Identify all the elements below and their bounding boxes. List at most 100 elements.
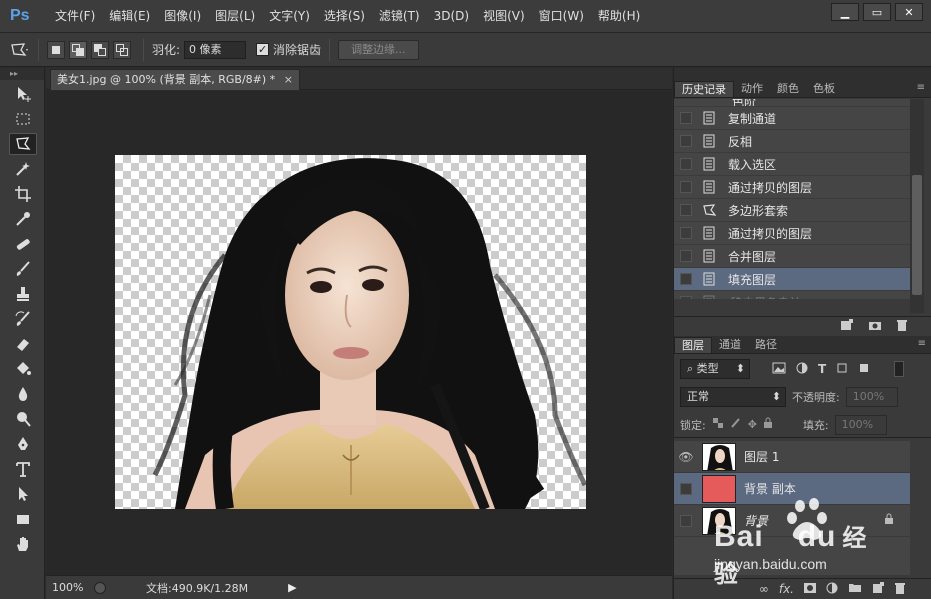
menu-3d[interactable]: 3D(D) <box>427 0 476 33</box>
history-item[interactable]: 反相 <box>674 130 910 153</box>
visibility-toggle[interactable] <box>680 482 692 495</box>
history-item[interactable]: 复制通道 <box>674 107 910 130</box>
history-item-partial[interactable]: 色阶 <box>674 99 910 107</box>
snapshot-camera-icon[interactable] <box>868 319 882 334</box>
history-source-checkbox[interactable] <box>680 181 692 193</box>
history-scrollbar[interactable] <box>910 99 924 313</box>
layer-kind-filter[interactable]: ⌕ 类型 ⬍ <box>680 359 750 379</box>
polygon-lasso-preset-icon[interactable] <box>8 39 30 61</box>
eraser-tool-icon[interactable] <box>9 333 37 355</box>
history-item[interactable]: 填充图层 <box>674 268 910 291</box>
intersect-selection-button[interactable] <box>113 40 131 59</box>
maximize-button[interactable]: ▭ <box>863 3 891 21</box>
history-source-checkbox[interactable] <box>680 204 692 216</box>
layer-row[interactable]: 背景 副本 <box>674 473 910 505</box>
new-document-from-state-icon[interactable] <box>840 319 854 334</box>
trash-icon[interactable] <box>894 582 906 597</box>
antialias-checkbox[interactable]: ✓ <box>256 43 270 56</box>
history-item[interactable]: 通过拷贝的图层 <box>674 222 910 245</box>
tab-channels[interactable]: 通道 <box>712 337 748 353</box>
eye-icon[interactable]: 👁 <box>674 450 698 464</box>
refine-edge-button[interactable]: 调整边缘... <box>338 39 419 60</box>
history-source-checkbox[interactable] <box>680 135 692 147</box>
zoom-level[interactable]: 100% <box>52 581 94 594</box>
document-tab[interactable]: 美女1.jpg @ 100% (背景 副本, RGB/8#) * × <box>50 69 300 90</box>
rectangle-tool-icon[interactable] <box>9 508 37 530</box>
subtract-selection-button[interactable] <box>91 40 109 59</box>
menu-select[interactable]: 选择(S) <box>317 0 372 33</box>
close-button[interactable]: ✕ <box>895 3 923 21</box>
tab-paths[interactable]: 路径 <box>748 337 784 353</box>
close-icon[interactable]: × <box>284 70 293 90</box>
history-item[interactable]: 载入选区 <box>674 153 910 176</box>
layer-style-icon[interactable]: fx. <box>779 582 794 596</box>
menu-file[interactable]: 文件(F) <box>48 0 102 33</box>
filter-toggle[interactable] <box>894 361 905 377</box>
history-item[interactable]: 通过拷贝的图层 <box>674 176 910 199</box>
menu-filter[interactable]: 滤镜(T) <box>372 0 427 33</box>
history-source-checkbox[interactable] <box>680 296 692 299</box>
tab-actions[interactable]: 动作 <box>734 81 770 97</box>
menu-window[interactable]: 窗口(W) <box>532 0 591 33</box>
menu-edit[interactable]: 编辑(E) <box>102 0 157 33</box>
new-layer-icon[interactable] <box>872 581 884 597</box>
link-layers-icon[interactable]: ∞ <box>759 582 769 596</box>
dodge-tool-icon[interactable] <box>9 408 37 430</box>
visibility-toggle[interactable] <box>680 514 692 527</box>
healing-brush-tool-icon[interactable] <box>9 233 37 255</box>
opacity-input[interactable]: 100% <box>845 387 898 407</box>
trash-icon[interactable] <box>896 319 908 334</box>
tab-swatches[interactable]: 色板 <box>806 81 842 97</box>
fill-input[interactable]: 100% <box>834 414 887 435</box>
path-selection-tool-icon[interactable] <box>9 483 37 505</box>
crop-tool-icon[interactable] <box>9 183 37 205</box>
smart-object-filter-icon[interactable] <box>858 362 870 377</box>
history-item[interactable]: 合并图层 <box>674 245 910 268</box>
history-scroll-thumb[interactable] <box>912 175 922 295</box>
menu-view[interactable]: 视图(V) <box>476 0 532 33</box>
history-item[interactable]: 移去黑色杂边 <box>674 291 910 299</box>
layer-mask-icon[interactable] <box>804 582 816 596</box>
adjustment-layer-icon[interactable] <box>826 582 838 597</box>
tab-history[interactable]: 历史记录 <box>674 81 734 97</box>
hand-tool-icon[interactable] <box>9 533 37 555</box>
history-source-checkbox[interactable] <box>680 250 692 262</box>
clone-stamp-tool-icon[interactable] <box>9 283 37 305</box>
status-options-icon[interactable] <box>94 581 106 594</box>
tab-color[interactable]: 颜色 <box>770 81 806 97</box>
brush-tool-icon[interactable] <box>9 258 37 280</box>
tab-layers[interactable]: 图层 <box>674 337 712 353</box>
minimize-button[interactable]: ▁ <box>831 3 859 21</box>
history-source-checkbox[interactable] <box>680 227 692 239</box>
image-filter-icon[interactable] <box>772 362 786 377</box>
add-selection-button[interactable] <box>69 40 87 59</box>
marquee-tool-icon[interactable] <box>9 108 37 130</box>
magic-wand-tool-icon[interactable] <box>9 158 37 180</box>
layer-row[interactable]: 背景 <box>674 505 910 537</box>
feather-input[interactable]: 0 像素 <box>184 40 247 59</box>
menu-image[interactable]: 图像(I) <box>157 0 208 33</box>
document-canvas[interactable] <box>115 155 586 509</box>
lock-transparent-icon[interactable] <box>712 417 724 432</box>
pen-tool-icon[interactable] <box>9 433 37 455</box>
shape-filter-icon[interactable] <box>836 362 848 377</box>
menu-type[interactable]: 文字(Y) <box>262 0 317 33</box>
history-item[interactable]: 多边形套索 <box>674 199 910 222</box>
status-menu-arrow-icon[interactable]: ▶ <box>288 581 296 594</box>
panel-collapse-strip[interactable] <box>674 68 931 80</box>
lock-position-icon[interactable]: ✥ <box>748 418 757 431</box>
history-source-checkbox[interactable] <box>680 273 692 285</box>
adjustment-filter-icon[interactable] <box>796 362 808 377</box>
eyedropper-tool-icon[interactable] <box>9 208 37 230</box>
type-filter-icon[interactable]: T <box>818 362 826 376</box>
blend-mode-select[interactable]: 正常 ⬍ <box>680 387 786 407</box>
panel-menu-icon[interactable]: ≡ <box>918 338 926 349</box>
paint-bucket-tool-icon[interactable] <box>9 358 37 380</box>
move-tool-icon[interactable] <box>9 83 37 105</box>
blur-tool-icon[interactable] <box>9 383 37 405</box>
menu-help[interactable]: 帮助(H) <box>591 0 647 33</box>
polygon-lasso-tool-icon[interactable] <box>9 133 37 155</box>
history-source-checkbox[interactable] <box>680 112 692 124</box>
canvas-area[interactable] <box>46 91 672 575</box>
menu-layer[interactable]: 图层(L) <box>208 0 262 33</box>
